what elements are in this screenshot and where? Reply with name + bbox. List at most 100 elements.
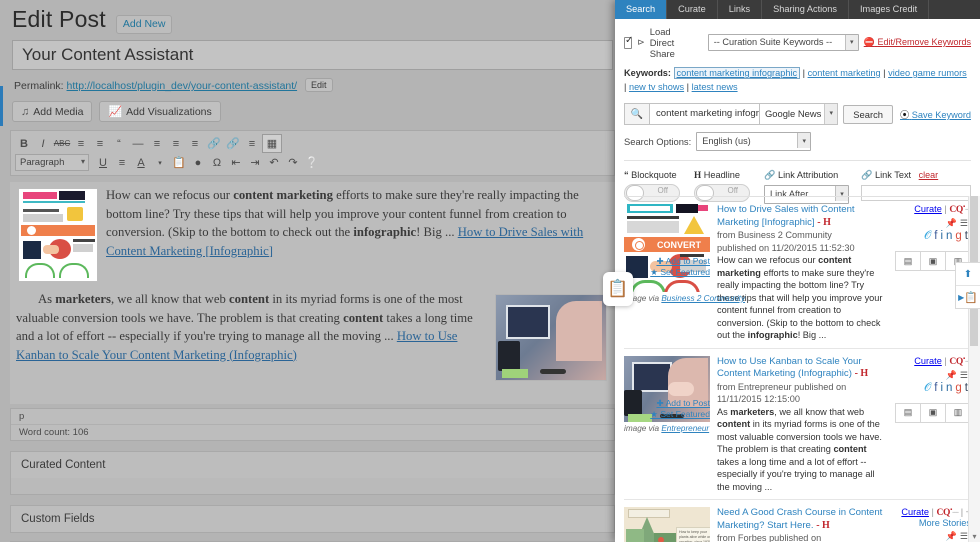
paste-as-text-button[interactable]: 📋 [170,154,188,171]
linkedin-icon[interactable]: in [940,230,955,242]
layout-center-button[interactable]: ▣ [920,402,946,423]
clear-link-text-button[interactable]: clear [919,170,939,180]
add-to-post-button[interactable]: ✚ Add to Post [650,398,710,409]
p2-text-c: , we all know that web [110,292,229,306]
undo-button[interactable]: ↶ [265,154,283,171]
add-media-button[interactable]: ♫ Add Media [12,101,93,122]
tab-search[interactable]: Search [615,0,668,19]
italic-button[interactable]: I [34,135,52,152]
googleplus-icon[interactable]: g [955,230,964,242]
result-thumbnail[interactable]: ✚ Add to Post ★ Set Featured [624,355,710,422]
text-color-button[interactable]: A [132,154,150,171]
post-title-input[interactable]: Your Content Assistant [12,40,613,70]
search-icon: 🔍 [624,103,649,125]
result-thumbnail-wrap: ✚ Add to Post ★ Set Featured image via E… [624,355,710,494]
pin-icon[interactable]: 📌 [946,218,960,228]
indent-button[interactable]: ⇥ [246,154,264,171]
content-paragraph-1: How can we refocus our content marketing… [16,186,609,260]
result-thumbnail[interactable]: CONVERT ✚ Add to Post ★ Set Featured [624,204,710,292]
set-featured-button[interactable]: ★ Set Featured [650,267,710,278]
p2-text-a: As [38,292,56,306]
numbered-list-button[interactable]: ≡ [91,135,109,152]
kitchen-sink-button[interactable]: ▦ [262,134,282,153]
keywords-select[interactable]: -- Curation Suite Keywords -- [707,34,859,51]
tab-links[interactable]: Links [718,0,763,19]
tab-images-credit[interactable]: Images Credit [849,0,930,19]
redo-button[interactable]: ↷ [284,154,302,171]
bullet-list-button[interactable]: ≡ [72,135,90,152]
set-featured-label: Set Featured [660,408,710,419]
thumbnail-actions: ✚ Add to Post ★ Set Featured [650,398,710,420]
align-center-button[interactable]: ≡ [167,135,185,152]
curate-button[interactable]: Curate [914,356,942,366]
add-new-button[interactable]: Add New [115,15,173,34]
language-select[interactable]: English (us) [696,132,812,151]
help-button[interactable]: ❔ [303,154,321,171]
special-character-button[interactable]: Ω [208,154,226,171]
curation-clipboard-launcher[interactable]: 📋 [603,272,633,306]
layout-left-button[interactable]: ▤ [895,251,921,272]
outdent-button[interactable]: ⇤ [227,154,245,171]
justify-button[interactable]: ≡ [113,154,131,171]
bold-button[interactable]: B [15,135,33,152]
curated-content-panel: Curated Content [10,451,615,495]
linkedin-icon[interactable]: in [940,382,955,394]
curate-button[interactable]: Curate [901,507,929,517]
save-keyword-link[interactable]: ⦿ Save Keyword [900,107,971,121]
search-input[interactable]: content marketing infographic [649,103,760,125]
edit-remove-keywords-link[interactable]: ⛔ Edit/Remove Keywords [864,37,971,48]
read-more-button[interactable]: ≡ [243,135,261,152]
scroll-down-icon[interactable]: ▾ [969,532,980,541]
content-infographic-thumbnail [18,188,98,282]
insert-link-button[interactable]: 🔗 [205,135,223,152]
keyword-link[interactable]: content marketing [808,68,881,78]
layout-center-button[interactable]: ▣ [920,251,946,272]
clear-formatting-button[interactable]: ● [189,154,207,171]
pin-icon[interactable]: 📌 [946,370,960,380]
open-clipboard-button[interactable]: ▶ 📋 [956,285,980,308]
permalink-link[interactable]: http://localhost/plugin_dev/your-content… [67,80,298,92]
search-results-list[interactable]: CONVERT ✚ Add to Post ★ Set Featured ima… [624,196,971,542]
toolbar-row-1: B I ABC ≡ ≡ “ — ≡ ≡ ≡ 🔗 🔗 ≡ ▦ [15,134,610,153]
underline-button[interactable]: U [94,154,112,171]
tab-curate[interactable]: Curate [667,0,718,19]
color-chevron-icon[interactable]: ▾ [151,154,169,171]
via-source-link[interactable]: Entrepreneur [661,424,709,433]
set-featured-button[interactable]: ★ Set Featured [650,409,710,420]
keyword-link[interactable]: new tv shows [629,82,684,92]
scroll-to-top-button[interactable]: ⬆ [956,263,980,285]
layout-left-button[interactable]: ▤ [895,402,921,423]
twitter-icon[interactable]: 𝒪 [924,382,934,394]
result-title[interactable]: How to Use Kanban to Scale Your Content … [717,356,886,381]
blockquote-button[interactable]: “ [110,135,128,152]
twitter-icon[interactable]: 𝒪 [924,230,934,242]
tab-sharing-actions[interactable]: Sharing Actions [762,0,849,19]
permalink-label: Permalink: [14,80,64,92]
more-stories-link[interactable]: More Stories [893,518,971,528]
post-content-area[interactable]: How can we refocus our content marketing… [10,182,615,404]
search-source-select[interactable]: Google News [760,103,839,125]
keyword-link[interactable]: video game rumors [888,68,967,78]
add-visualizations-button[interactable]: 📈 Add Visualizations [99,101,221,122]
search-button[interactable]: Search [843,104,893,124]
align-left-button[interactable]: ≡ [148,135,166,152]
keyword-link-active[interactable]: content marketing infographic [673,67,801,79]
results-scrollbar[interactable]: ▾ [968,196,980,542]
pin-icon[interactable]: 📌 [946,531,960,541]
permalink-edit-button[interactable]: Edit [305,78,333,92]
googleplus-icon[interactable]: g [955,382,964,394]
via-source-link[interactable]: Business 2 Community [661,294,745,303]
result-thumbnail[interactable]: How to keep your plants alive while on v… [624,507,710,542]
paragraph-format-select[interactable]: Paragraph [15,154,89,171]
strikethrough-button[interactable]: ABC [53,135,71,152]
add-to-post-button[interactable]: ✚ Add to Post [650,256,710,267]
keyword-link[interactable]: latest news [692,82,738,92]
curated-content-body [11,478,614,494]
curate-button[interactable]: Curate [914,204,942,214]
result-title[interactable]: How to Drive Sales with Content Marketin… [717,204,886,229]
horizontal-rule-button[interactable]: — [129,135,147,152]
unlink-button[interactable]: 🔗 [224,135,242,152]
result-title[interactable]: Need A Good Crash Course in Content Mark… [717,507,886,532]
align-right-button[interactable]: ≡ [186,135,204,152]
load-direct-share-checkbox[interactable] [624,35,634,49]
